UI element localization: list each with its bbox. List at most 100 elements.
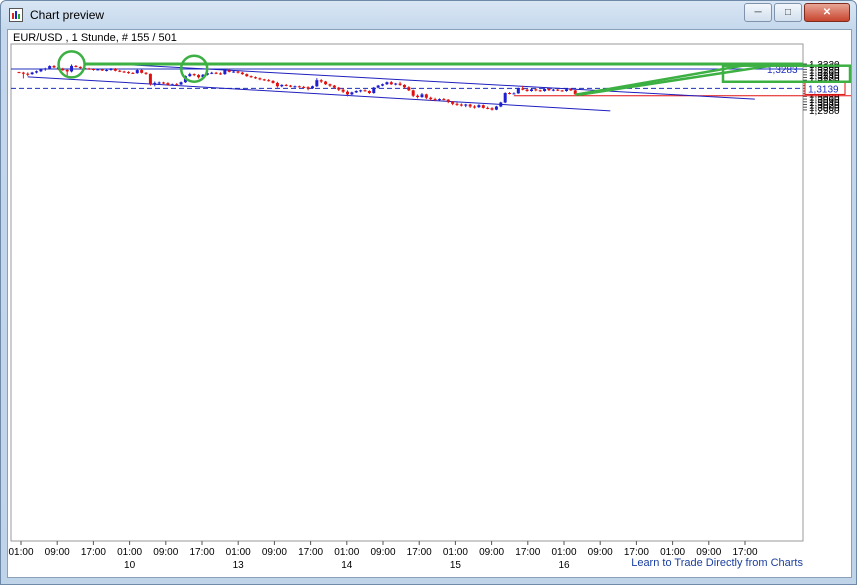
candle-body bbox=[547, 88, 551, 91]
x-tick-label: 01:00 bbox=[443, 547, 468, 558]
minimize-button[interactable]: ─ bbox=[744, 3, 772, 22]
footer-link[interactable]: Learn to Trade Directly from Charts bbox=[631, 557, 803, 569]
x-tick-label: 17:00 bbox=[298, 547, 323, 558]
candle-body bbox=[118, 70, 122, 72]
candle-body bbox=[486, 107, 490, 109]
candle-body bbox=[534, 89, 538, 91]
candle-body bbox=[157, 82, 161, 84]
candle-body bbox=[39, 69, 43, 72]
x-date-label: 15 bbox=[450, 560, 462, 571]
candle-body bbox=[297, 86, 301, 88]
candle-body bbox=[411, 90, 415, 96]
maximize-button[interactable]: □ bbox=[774, 3, 802, 22]
candle-body bbox=[258, 78, 262, 80]
chart-title: EUR/USD , 1 Stunde, # 155 / 501 bbox=[13, 32, 177, 44]
title-bar[interactable]: Chart preview ─ □ ✕ bbox=[1, 1, 856, 29]
close-button[interactable]: ✕ bbox=[804, 3, 850, 22]
x-tick-label: 09:00 bbox=[153, 547, 178, 558]
candle-body bbox=[245, 74, 249, 77]
candle-body bbox=[127, 72, 130, 74]
candle-body bbox=[162, 82, 166, 84]
candle-body bbox=[144, 72, 148, 74]
candle-body bbox=[525, 89, 529, 91]
candle-body bbox=[91, 68, 95, 70]
y-tick-label: 1,2980 bbox=[809, 106, 840, 117]
candle-body bbox=[289, 85, 293, 87]
candle-body bbox=[17, 72, 21, 74]
candle-body bbox=[113, 68, 117, 71]
candle-body bbox=[468, 104, 472, 107]
candle-body bbox=[569, 89, 573, 91]
candle-body bbox=[43, 68, 47, 70]
candle-body bbox=[424, 94, 428, 98]
x-tick-label: 17:00 bbox=[515, 547, 540, 558]
x-tick-label: 17:00 bbox=[81, 547, 106, 558]
candle-body bbox=[551, 89, 555, 91]
chart-area: 1,33201,33001,32801,32601,32401,32201,32… bbox=[7, 29, 852, 578]
candle-body bbox=[48, 66, 52, 69]
candle-body bbox=[341, 89, 345, 92]
x-tick-label: 01:00 bbox=[8, 547, 33, 558]
x-tick-label: 17:00 bbox=[407, 547, 432, 558]
candle-body bbox=[319, 80, 323, 82]
candle-body bbox=[135, 70, 139, 74]
candle-body bbox=[543, 88, 547, 91]
x-date-label: 14 bbox=[341, 560, 353, 571]
candle-body bbox=[481, 105, 485, 108]
candle-body bbox=[35, 71, 39, 73]
candle-body bbox=[459, 104, 463, 106]
candle-body bbox=[30, 72, 34, 75]
candle-body bbox=[175, 84, 179, 86]
candle-body bbox=[398, 83, 402, 85]
candle-body bbox=[416, 95, 420, 98]
candle-body bbox=[464, 104, 468, 106]
candle-body bbox=[166, 83, 170, 85]
candle-body bbox=[389, 82, 393, 85]
candle-body bbox=[556, 89, 560, 91]
candle-body bbox=[188, 74, 192, 77]
x-tick-label: 01:00 bbox=[551, 547, 576, 558]
candle-body bbox=[52, 66, 56, 68]
candlestick-chart[interactable]: 1,33201,33001,32801,32601,32401,32201,32… bbox=[8, 30, 852, 577]
candle-body bbox=[508, 93, 512, 95]
candle-body bbox=[214, 72, 218, 74]
candle-body bbox=[385, 82, 389, 85]
candle-body bbox=[565, 89, 568, 91]
candle-body bbox=[381, 84, 385, 86]
candle-body bbox=[240, 72, 244, 75]
candle-body bbox=[451, 101, 455, 104]
candle-body bbox=[359, 90, 363, 92]
candle-body bbox=[376, 85, 380, 88]
candle-body bbox=[437, 99, 441, 101]
candle-body bbox=[490, 108, 494, 110]
candle-body bbox=[346, 91, 349, 95]
x-date-label: 10 bbox=[124, 560, 136, 571]
candle-body bbox=[521, 88, 525, 90]
candle-body bbox=[254, 77, 258, 79]
candle-body bbox=[280, 84, 284, 87]
x-tick-label: 09:00 bbox=[262, 547, 287, 558]
candle-body bbox=[148, 73, 152, 84]
candle-body bbox=[367, 91, 371, 94]
candle-body bbox=[61, 69, 65, 71]
candle-body bbox=[337, 87, 341, 90]
candle-body bbox=[179, 82, 183, 85]
candle-body bbox=[74, 65, 78, 67]
candle-body bbox=[293, 86, 297, 88]
candle-body bbox=[78, 66, 82, 69]
candle-body bbox=[394, 83, 398, 85]
candle-body bbox=[473, 106, 477, 108]
candle-body bbox=[442, 99, 446, 101]
candle-body bbox=[267, 80, 271, 82]
x-tick-label: 09:00 bbox=[370, 547, 395, 558]
candle-body bbox=[372, 87, 376, 94]
x-tick-label: 09:00 bbox=[588, 547, 613, 558]
candle-body bbox=[363, 90, 367, 92]
candle-body bbox=[140, 70, 144, 73]
candle-body bbox=[105, 69, 109, 71]
chart-preview-window: Chart preview ─ □ ✕ 1,3320 1,3300 1,3280 1,… bbox=[0, 0, 857, 585]
x-tick-label: 09:00 bbox=[45, 547, 70, 558]
candle-body bbox=[354, 91, 358, 93]
candle-body bbox=[65, 69, 69, 72]
candle-body bbox=[284, 84, 288, 86]
